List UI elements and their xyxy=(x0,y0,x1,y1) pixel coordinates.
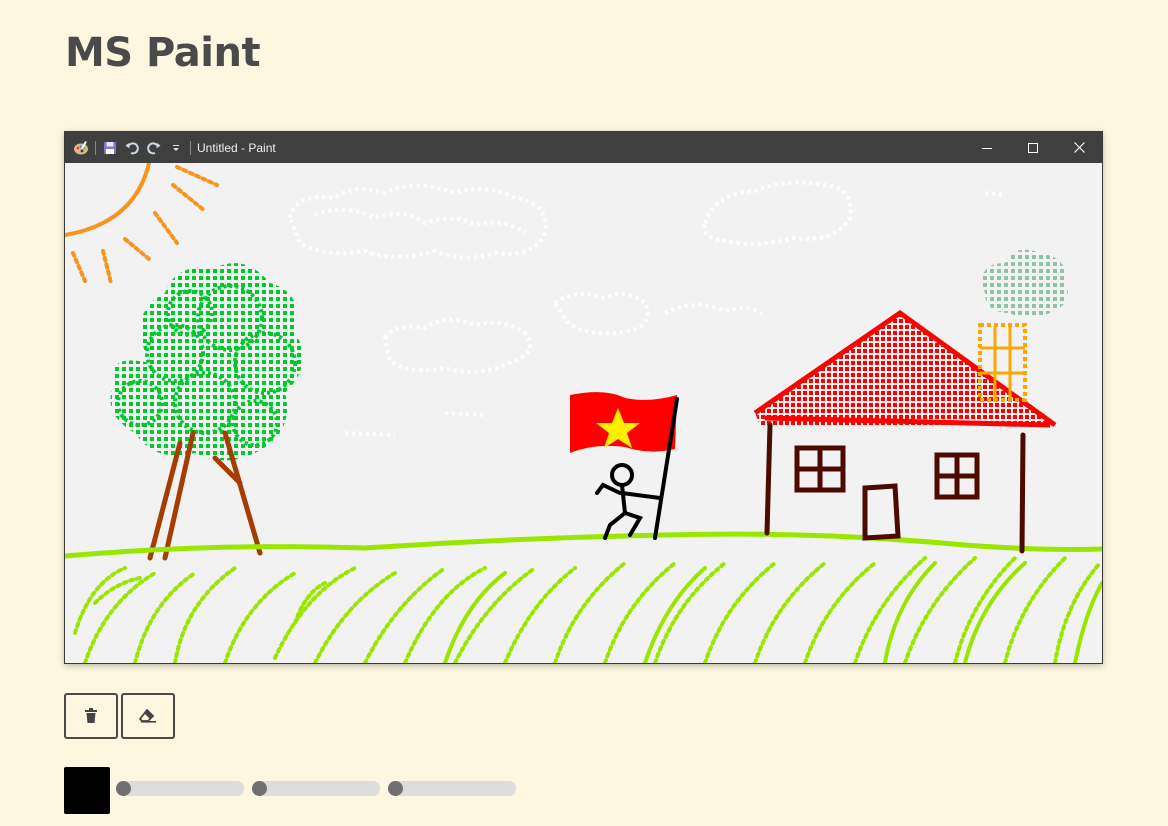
close-button[interactable] xyxy=(1056,132,1102,163)
title-bar[interactable]: Untitled - Paint xyxy=(65,132,1102,163)
green-slider-thumb[interactable] xyxy=(252,781,267,796)
maximize-icon xyxy=(1028,142,1038,153)
customize-quick-access-icon[interactable] xyxy=(168,140,184,156)
save-icon[interactable] xyxy=(102,140,118,156)
house xyxy=(753,249,1068,554)
redo-icon[interactable] xyxy=(146,140,162,156)
tree xyxy=(110,263,303,561)
flag-figure xyxy=(570,392,679,540)
red-slider[interactable] xyxy=(116,781,244,796)
drawing-canvas[interactable] xyxy=(65,163,1102,663)
maximize-button[interactable] xyxy=(1010,132,1056,163)
blue-slider[interactable] xyxy=(388,781,516,796)
trash-icon xyxy=(85,708,97,723)
paint-palette-icon[interactable] xyxy=(73,140,89,156)
titlebar-separator xyxy=(95,140,96,155)
minimize-icon xyxy=(982,147,992,149)
window-title: Untitled - Paint xyxy=(197,140,276,155)
current-color-swatch[interactable] xyxy=(64,767,110,814)
green-slider[interactable] xyxy=(252,781,380,796)
delete-button[interactable] xyxy=(64,693,118,739)
close-icon xyxy=(1073,142,1085,153)
blue-slider-thumb[interactable] xyxy=(388,781,403,796)
undo-icon[interactable] xyxy=(124,140,140,156)
drawing xyxy=(65,163,1102,663)
titlebar-separator xyxy=(190,140,191,155)
red-slider-thumb[interactable] xyxy=(116,781,131,796)
minimize-button[interactable] xyxy=(964,132,1010,163)
paint-window: Untitled - Paint xyxy=(64,131,1103,664)
sun xyxy=(65,163,219,285)
eraser-icon xyxy=(139,709,156,723)
eraser-button[interactable] xyxy=(121,693,175,739)
grass xyxy=(65,531,1102,663)
page-title: MS Paint xyxy=(65,30,261,76)
